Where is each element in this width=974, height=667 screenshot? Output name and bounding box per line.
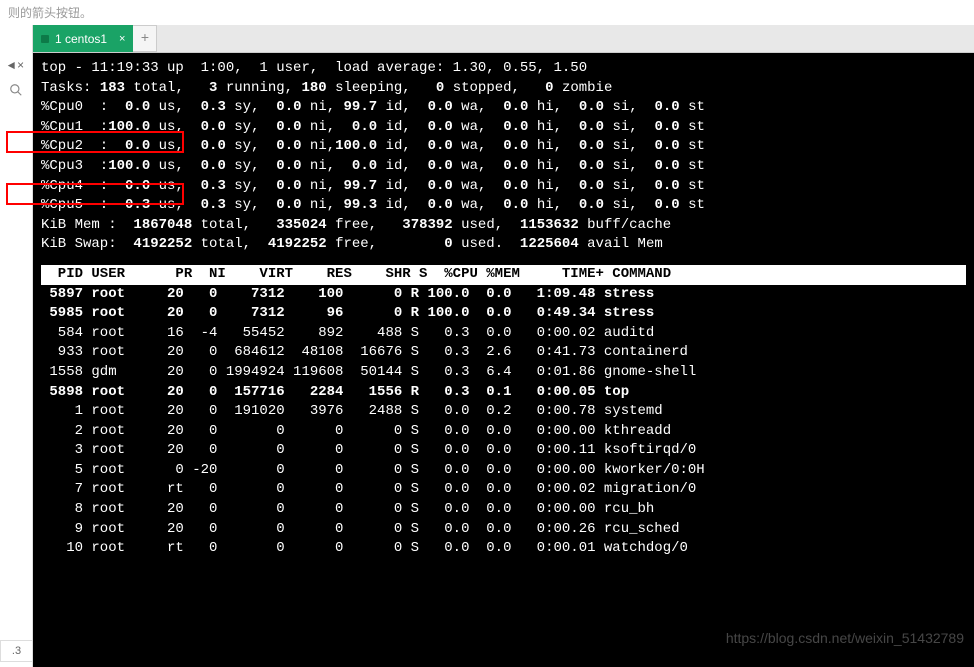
watermark: https://blog.csdn.net/weixin_51432789 [726,629,964,649]
terminal[interactable]: top - 11:19:33 up 1:00, 1 user, load ave… [33,53,974,667]
process-row: 5 root 0 -20 0 0 0 S 0.0 0.0 0:00.00 kwo… [41,461,966,481]
tab-centos1[interactable]: 1 centos1 × [33,25,133,52]
process-header: PID USER PR NI VIRT RES SHR S %CPU %MEM … [41,265,966,285]
swap-line: KiB Swap: 4192252 total, 4192252 free, 0… [41,235,966,255]
top-summary-line: top - 11:19:33 up 1:00, 1 user, load ave… [41,59,966,79]
left-gutter: ◄ × [0,25,33,667]
status-corner: .3 [0,640,33,662]
process-row: 10 root rt 0 0 0 0 S 0.0 0.0 0:00.01 wat… [41,539,966,559]
process-row: 7 root rt 0 0 0 0 S 0.0 0.0 0:00.02 migr… [41,480,966,500]
cpu-line-0: %Cpu0 : 0.0 us, 0.3 sy, 0.0 ni, 99.7 id,… [41,98,966,118]
mem-line: KiB Mem : 1867048 total, 335024 free, 37… [41,216,966,236]
search-icon[interactable] [0,77,32,103]
cpu-line-3: %Cpu3 :100.0 us, 0.0 sy, 0.0 ni, 0.0 id,… [41,157,966,177]
cpu-line-2: %Cpu2 : 0.0 us, 0.0 sy, 0.0 ni,100.0 id,… [41,137,966,157]
cpu-line-1: %Cpu1 :100.0 us, 0.0 sy, 0.0 ni, 0.0 id,… [41,118,966,138]
gutter-close-icon[interactable]: × [17,59,24,73]
app-frame: ◄ × 1 centos1 × + top - 11:19:33 up 1:00… [0,25,974,667]
gutter-left-icon[interactable]: ◄ [8,59,15,73]
tasks-line: Tasks: 183 total, 3 running, 180 sleepin… [41,79,966,99]
hint-text: 则的箭头按钮。 [0,0,974,25]
process-row: 2 root 20 0 0 0 0 S 0.0 0.0 0:00.00 kthr… [41,422,966,442]
process-row: 5897 root 20 0 7312 100 0 R 100.0 0.0 1:… [41,285,966,305]
tab-close-icon[interactable]: × [119,33,125,45]
process-row: 1 root 20 0 191020 3976 2488 S 0.0 0.2 0… [41,402,966,422]
process-row: 9 root 20 0 0 0 0 S 0.0 0.0 0:00.26 rcu_… [41,520,966,540]
process-row: 8 root 20 0 0 0 0 S 0.0 0.0 0:00.00 rcu_… [41,500,966,520]
process-row: 3 root 20 0 0 0 0 S 0.0 0.0 0:00.11 ksof… [41,441,966,461]
gutter-close-row: ◄ × [0,55,32,77]
process-row: 933 root 20 0 684612 48108 16676 S 0.3 2… [41,343,966,363]
cpu-line-5: %Cpu5 : 0.3 us, 0.3 sy, 0.0 ni, 99.3 id,… [41,196,966,216]
process-row: 5898 root 20 0 157716 2284 1556 R 0.3 0.… [41,383,966,403]
tab-status-icon [41,35,49,43]
cpu-line-4: %Cpu4 : 0.0 us, 0.3 sy, 0.0 ni, 99.7 id,… [41,177,966,197]
main-area: 1 centos1 × + top - 11:19:33 up 1:00, 1 … [33,25,974,667]
new-tab-button[interactable]: + [133,25,157,52]
process-row: 584 root 16 -4 55452 892 488 S 0.3 0.0 0… [41,324,966,344]
process-row: 5985 root 20 0 7312 96 0 R 100.0 0.0 0:4… [41,304,966,324]
process-row: 1558 gdm 20 0 1994924 119608 50144 S 0.3… [41,363,966,383]
tab-label: 1 centos1 [55,32,107,46]
tab-bar: 1 centos1 × + [33,25,974,53]
